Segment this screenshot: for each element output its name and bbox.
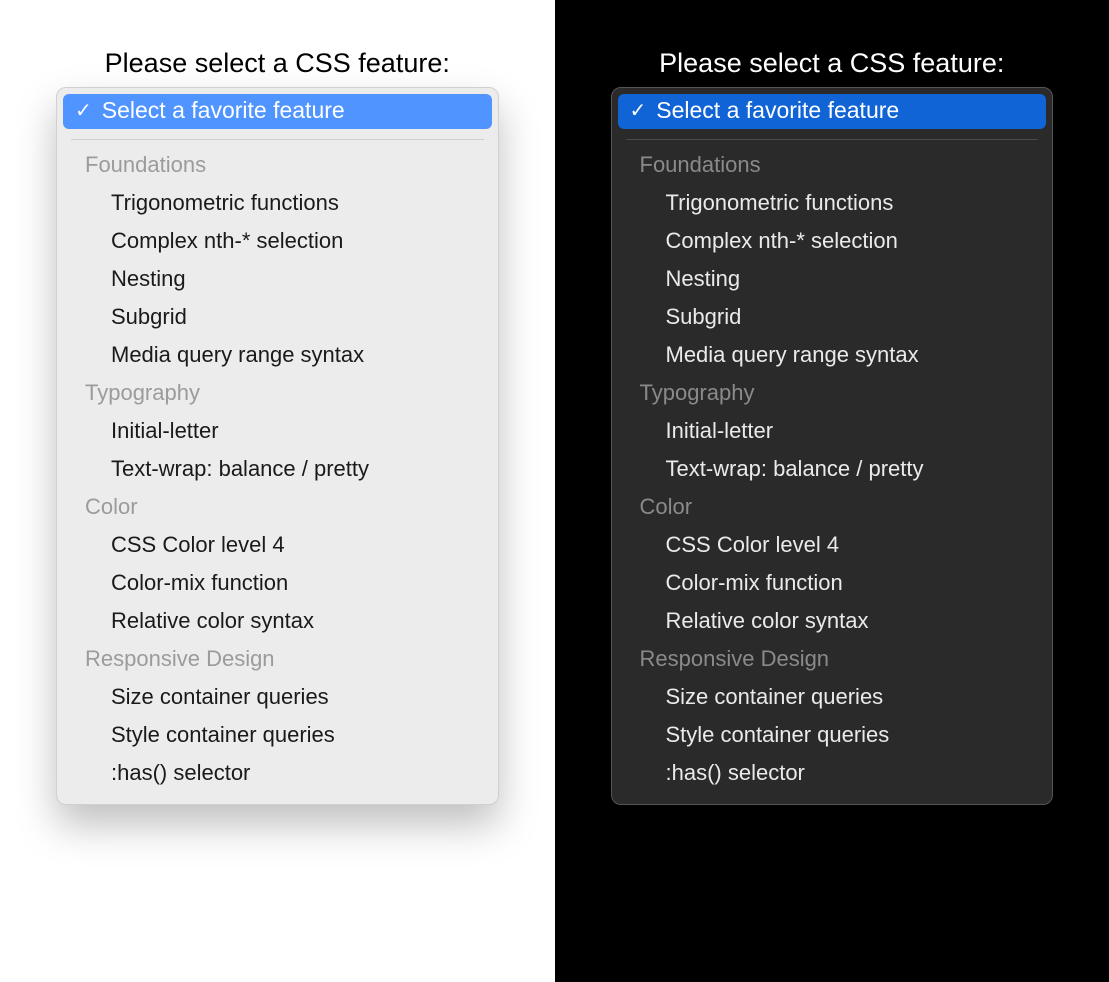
option-text-wrap-balance-pretty[interactable]: Text-wrap: balance / pretty	[618, 450, 1047, 488]
option-color-mix-function[interactable]: Color-mix function	[63, 564, 492, 602]
selected-option-label: Select a favorite feature	[102, 97, 345, 124]
selected-option-label: Select a favorite feature	[656, 97, 899, 124]
group-label-foundations: Foundations	[618, 146, 1047, 184]
option-subgrid[interactable]: Subgrid	[63, 298, 492, 336]
option-media-query-range-syntax[interactable]: Media query range syntax	[63, 336, 492, 374]
select-dropdown[interactable]: ✓ Select a favorite feature FoundationsT…	[611, 87, 1054, 805]
divider	[626, 139, 1039, 140]
option-nesting[interactable]: Nesting	[63, 260, 492, 298]
group-label-responsive-design: Responsive Design	[63, 640, 492, 678]
option-relative-color-syntax[interactable]: Relative color syntax	[63, 602, 492, 640]
option-initial-letter[interactable]: Initial-letter	[63, 412, 492, 450]
option-text-wrap-balance-pretty[interactable]: Text-wrap: balance / pretty	[63, 450, 492, 488]
divider	[71, 139, 484, 140]
group-label-color: Color	[63, 488, 492, 526]
selected-option[interactable]: ✓ Select a favorite feature	[618, 94, 1047, 129]
group-label-responsive-design: Responsive Design	[618, 640, 1047, 678]
option-has-selector[interactable]: :has() selector	[63, 754, 492, 792]
option-list: FoundationsTrigonometric functionsComple…	[63, 146, 492, 792]
prompt-label: Please select a CSS feature:	[611, 48, 1054, 79]
option-has-selector[interactable]: :has() selector	[618, 754, 1047, 792]
light-mode-pane: Please select a CSS feature: ✓ Select a …	[0, 0, 555, 982]
dark-mode-pane: Please select a CSS feature: ✓ Select a …	[555, 0, 1109, 982]
select-dropdown[interactable]: ✓ Select a favorite feature FoundationsT…	[56, 87, 499, 805]
option-color-mix-function[interactable]: Color-mix function	[618, 564, 1047, 602]
checkmark-icon: ✓	[630, 101, 647, 121]
option-size-container-queries[interactable]: Size container queries	[618, 678, 1047, 716]
option-initial-letter[interactable]: Initial-letter	[618, 412, 1047, 450]
option-css-color-level-4[interactable]: CSS Color level 4	[63, 526, 492, 564]
option-trigonometric-functions[interactable]: Trigonometric functions	[618, 184, 1047, 222]
option-style-container-queries[interactable]: Style container queries	[618, 716, 1047, 754]
checkmark-icon: ✓	[75, 101, 92, 121]
option-complex-nth-selection[interactable]: Complex nth-* selection	[618, 222, 1047, 260]
option-nesting[interactable]: Nesting	[618, 260, 1047, 298]
option-list: FoundationsTrigonometric functionsComple…	[618, 146, 1047, 792]
option-size-container-queries[interactable]: Size container queries	[63, 678, 492, 716]
option-relative-color-syntax[interactable]: Relative color syntax	[618, 602, 1047, 640]
option-css-color-level-4[interactable]: CSS Color level 4	[618, 526, 1047, 564]
group-label-typography: Typography	[63, 374, 492, 412]
prompt-label: Please select a CSS feature:	[56, 48, 499, 79]
option-media-query-range-syntax[interactable]: Media query range syntax	[618, 336, 1047, 374]
group-label-foundations: Foundations	[63, 146, 492, 184]
selected-option[interactable]: ✓ Select a favorite feature	[63, 94, 492, 129]
group-label-typography: Typography	[618, 374, 1047, 412]
option-complex-nth-selection[interactable]: Complex nth-* selection	[63, 222, 492, 260]
option-trigonometric-functions[interactable]: Trigonometric functions	[63, 184, 492, 222]
group-label-color: Color	[618, 488, 1047, 526]
option-style-container-queries[interactable]: Style container queries	[63, 716, 492, 754]
option-subgrid[interactable]: Subgrid	[618, 298, 1047, 336]
